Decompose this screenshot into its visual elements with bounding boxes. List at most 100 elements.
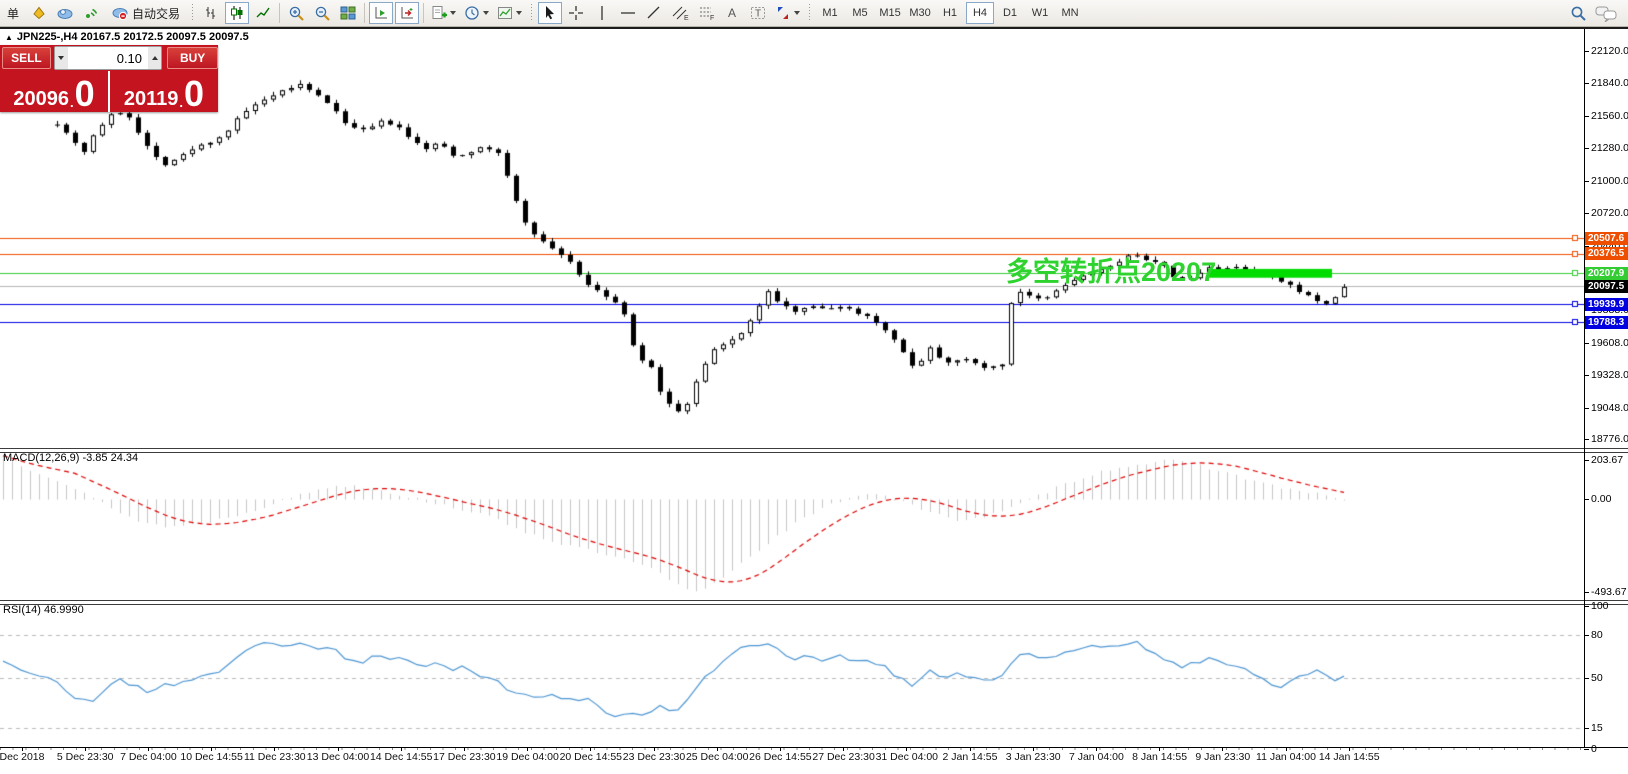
rsi-pane-canvas[interactable] bbox=[0, 605, 1584, 746]
trendline-button[interactable] bbox=[642, 2, 666, 24]
crosshair-button[interactable] bbox=[564, 2, 588, 24]
svg-text:A: A bbox=[728, 6, 736, 20]
line-chart-icon bbox=[256, 7, 270, 18]
rsi-scale-label: 80 bbox=[1591, 628, 1603, 641]
time-tick-label: 7 Dec 04:00 bbox=[120, 751, 177, 763]
new-order-button[interactable]: 单 bbox=[1, 2, 25, 24]
time-tick-label: 11 Jan 04:00 bbox=[1256, 751, 1316, 763]
line-chart-button[interactable] bbox=[251, 2, 275, 24]
periods-icon bbox=[465, 6, 479, 20]
pane-separator[interactable] bbox=[0, 600, 1628, 605]
buy-button[interactable]: BUY bbox=[167, 47, 218, 69]
timeframe-button-m1[interactable]: M1 bbox=[816, 2, 844, 24]
zoom-in-button[interactable] bbox=[284, 2, 308, 24]
sell-button[interactable]: SELL bbox=[2, 47, 51, 69]
price-chart-canvas[interactable] bbox=[0, 29, 1584, 448]
pane-separator[interactable] bbox=[0, 448, 1628, 453]
price-tick-label: 18776.0 bbox=[1591, 433, 1628, 446]
horizontal-line-button[interactable] bbox=[616, 2, 640, 24]
indicators-button[interactable] bbox=[428, 2, 459, 24]
timeframe-button-m15[interactable]: M15 bbox=[876, 2, 904, 24]
templates-button[interactable] bbox=[494, 2, 525, 24]
price-tick-mark bbox=[1584, 148, 1589, 149]
cursor-icon bbox=[546, 6, 555, 20]
price-tick-mark bbox=[1584, 343, 1589, 344]
timeframe-button-m30[interactable]: M30 bbox=[906, 2, 934, 24]
signals-icon bbox=[86, 8, 98, 18]
svg-text:E: E bbox=[684, 15, 689, 21]
volume-control bbox=[53, 46, 163, 70]
toolbar-grip[interactable] bbox=[807, 4, 813, 22]
arrows-tool-button[interactable] bbox=[772, 2, 803, 24]
price-tick-label: 21000.0 bbox=[1591, 174, 1628, 187]
chevron-up-icon bbox=[151, 56, 158, 60]
timeframe-button-h1[interactable]: H1 bbox=[936, 2, 964, 24]
tile-windows-button[interactable] bbox=[336, 2, 360, 24]
volume-decrease-button[interactable] bbox=[54, 47, 69, 69]
toolbar-group-standard: 单 自动交易 bbox=[0, 0, 187, 27]
time-tick-label: 14 Dec 14:55 bbox=[369, 751, 433, 763]
cursor-button[interactable] bbox=[538, 2, 563, 24]
vertical-line-button[interactable] bbox=[590, 2, 614, 24]
price-line-badge: 19788.3 bbox=[1585, 315, 1628, 329]
horizontal-line-icon bbox=[621, 12, 636, 14]
chart-shift-button[interactable] bbox=[395, 2, 420, 24]
time-tick-label: 17 Dec 23:30 bbox=[433, 751, 496, 763]
toolbar-grip[interactable] bbox=[529, 4, 535, 22]
periods-dropdown-caret bbox=[483, 11, 490, 15]
autotrading-button[interactable]: 自动交易 bbox=[105, 2, 186, 24]
time-tick-label: 8 Jan 14:55 bbox=[1132, 751, 1188, 763]
price-tick-mark bbox=[1584, 375, 1589, 376]
volume-input[interactable] bbox=[68, 47, 149, 69]
rsi-scale-label: 0 bbox=[1591, 743, 1597, 756]
signals-button[interactable] bbox=[79, 2, 103, 24]
buy-price-main: 20119 bbox=[123, 88, 179, 110]
search-button[interactable] bbox=[1566, 2, 1590, 24]
price-tick-mark bbox=[1584, 408, 1589, 409]
buy-price-display[interactable]: 20119 . 0 bbox=[110, 71, 218, 112]
candlestick-chart-button[interactable] bbox=[225, 2, 250, 24]
auto-scroll-button[interactable] bbox=[369, 2, 394, 24]
templates-icon bbox=[498, 7, 513, 19]
price-tick-label: 21840.0 bbox=[1591, 77, 1628, 90]
price-tick-mark bbox=[1584, 213, 1589, 214]
timeframe-button-mn[interactable]: MN bbox=[1056, 2, 1084, 24]
time-tick-label: 2 Jan 14:55 bbox=[942, 751, 998, 763]
toolbar-group-right bbox=[1565, 0, 1628, 27]
macd-tick-mark bbox=[1584, 499, 1589, 500]
periods-button[interactable] bbox=[461, 2, 492, 24]
mql5-community-button[interactable] bbox=[53, 2, 77, 24]
price-tick-label: 19608.0 bbox=[1591, 336, 1628, 349]
chat-button[interactable] bbox=[1592, 2, 1620, 24]
bar-chart-button[interactable] bbox=[199, 2, 223, 24]
timeframe-button-w1[interactable]: W1 bbox=[1026, 2, 1054, 24]
fibonacci-button[interactable]: F bbox=[694, 2, 718, 24]
timeframe-button-h4[interactable]: H4 bbox=[966, 2, 995, 24]
candlestick-chart-icon bbox=[231, 6, 243, 20]
equidistant-channel-button[interactable]: E bbox=[668, 2, 692, 24]
chevron-down-icon bbox=[58, 56, 65, 60]
title-collapse-arrow[interactable]: ▲ bbox=[5, 33, 13, 42]
favorites-button[interactable] bbox=[27, 2, 51, 24]
volume-increase-button[interactable] bbox=[148, 47, 162, 69]
sell-price-main: 20096 bbox=[13, 88, 69, 110]
toolbar-grip[interactable] bbox=[190, 4, 196, 22]
time-tick-label: 5 Dec 23:30 bbox=[56, 751, 114, 763]
timeframe-button-d1[interactable]: D1 bbox=[996, 2, 1024, 24]
zoom-out-button[interactable] bbox=[310, 2, 334, 24]
chart-annotation-text[interactable]: 多空转折点20207 bbox=[1006, 250, 1216, 289]
price-axis-line bbox=[1584, 29, 1585, 748]
toolbar-group-chart-type bbox=[198, 0, 276, 27]
macd-pane-canvas[interactable] bbox=[0, 453, 1584, 600]
text-tool-button[interactable]: A bbox=[720, 2, 744, 24]
time-tick-label: 27 Dec 23:30 bbox=[812, 751, 875, 763]
bar-chart-icon bbox=[206, 7, 216, 19]
price-tick-mark bbox=[1584, 116, 1589, 117]
rsi-scale-label: 15 bbox=[1591, 721, 1603, 734]
sell-price-display[interactable]: 20096 . 0 bbox=[0, 71, 108, 112]
time-tick-label: 25 Dec 04:00 bbox=[685, 751, 749, 763]
timeframe-button-m5[interactable]: M5 bbox=[846, 2, 874, 24]
rsi-tick-mark bbox=[1584, 635, 1589, 636]
text-label-button[interactable]: T bbox=[746, 2, 770, 24]
toolbar-group-scroll bbox=[368, 0, 420, 27]
